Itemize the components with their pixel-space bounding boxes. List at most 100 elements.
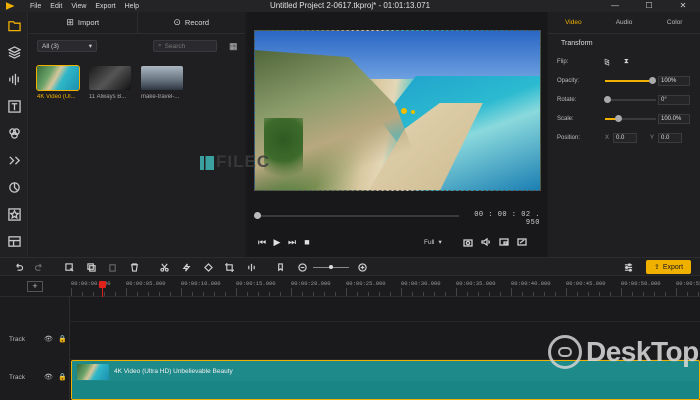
rotate-value[interactable]: 0° (658, 94, 690, 105)
quality-dropdown[interactable]: Full ▾ (424, 236, 454, 248)
maximize-button[interactable]: ☐ (632, 0, 666, 12)
transform-handle[interactable] (411, 110, 415, 114)
menu-help[interactable]: Help (125, 3, 139, 10)
transform-handle[interactable] (401, 108, 407, 114)
redo-icon[interactable] (33, 261, 45, 273)
menu-file[interactable]: File (30, 3, 41, 10)
media-tabs: ⊞ Import ⊙ Record (29, 12, 245, 34)
ruler-tick-mark (500, 292, 501, 296)
opacity-value[interactable]: 100% (658, 75, 690, 86)
crop-select-icon[interactable] (63, 261, 75, 273)
menu-export[interactable]: Export (95, 3, 115, 10)
opacity-slider[interactable] (605, 76, 656, 84)
keyframe-icon[interactable] (202, 261, 214, 273)
next-frame-icon[interactable]: ⏭ (287, 236, 297, 248)
menu-edit[interactable]: Edit (50, 3, 62, 10)
add-track-button[interactable]: + (27, 281, 43, 292)
playhead-handle[interactable] (99, 281, 106, 288)
preview-scrubber[interactable] (254, 212, 459, 220)
ruler-tick-label: 00:00:45.000 (566, 280, 606, 287)
audio-icon[interactable] (0, 66, 28, 93)
ruler-tick-mark (632, 292, 633, 296)
video-canvas[interactable] (254, 30, 541, 191)
close-button[interactable]: ✕ (666, 0, 700, 12)
ruler-tick-mark (225, 292, 226, 296)
scale-row: Scale: 100.0% (548, 109, 700, 128)
ruler-tick-mark (643, 292, 644, 296)
snapshot-icon[interactable] (461, 235, 474, 248)
tab-audio[interactable]: Audio (599, 12, 650, 33)
settings-sliders-icon[interactable] (622, 261, 634, 273)
ruler-tick-mark (368, 292, 369, 296)
split-icon[interactable] (245, 261, 257, 273)
transitions-icon[interactable] (0, 147, 28, 174)
media-thumbnail (36, 65, 80, 91)
text-icon[interactable] (0, 93, 28, 120)
copy-icon[interactable] (85, 261, 97, 273)
export-button[interactable]: ⇪ Export (646, 260, 691, 274)
position-y-input[interactable]: 0.0 (658, 132, 683, 143)
media-item[interactable]: 4K Video (Ul... (36, 65, 80, 100)
templates-icon[interactable] (0, 228, 28, 255)
ruler-tick-mark (555, 292, 556, 296)
undo-icon[interactable] (12, 261, 24, 273)
speed-icon[interactable] (180, 261, 192, 273)
ruler-tick-mark (291, 288, 292, 296)
paste-icon[interactable] (106, 261, 118, 273)
media-list: 4K Video (Ul... 11 Always B... make-trav… (29, 58, 245, 100)
play-icon[interactable]: ▶ (272, 236, 282, 248)
eye-icon[interactable]: 👁 (44, 335, 53, 343)
ruler-tick-mark (379, 292, 380, 296)
track-lane[interactable] (70, 297, 700, 322)
rotate-slider[interactable] (604, 95, 656, 103)
zoom-out-icon[interactable] (296, 261, 308, 273)
fullscreen-icon[interactable] (515, 235, 528, 248)
zoom-slider[interactable] (313, 265, 349, 269)
media-item[interactable]: 11 Always B... (89, 66, 131, 100)
track-header-empty (0, 297, 70, 322)
eye-icon[interactable]: 👁 (44, 373, 53, 381)
ruler-tick-mark (93, 292, 94, 296)
flip-horizontal-icon[interactable]: ⧎ (604, 58, 610, 66)
minimize-button[interactable]: — (598, 0, 632, 12)
cut-icon[interactable] (158, 261, 170, 273)
opacity-label: Opacity: (557, 77, 580, 84)
media-item[interactable]: make-travel-... (141, 66, 183, 100)
marker-icon[interactable] (274, 261, 286, 273)
position-x-input[interactable]: 0.0 (613, 132, 638, 143)
app-window: File Edit View Export Help Untitled Proj… (0, 0, 700, 400)
effects-icon[interactable] (0, 120, 28, 147)
flip-vertical-icon[interactable]: ⧗ (624, 58, 629, 66)
ruler-tick-mark (434, 292, 435, 296)
scale-slider[interactable] (605, 114, 656, 122)
tab-video[interactable]: Video (548, 12, 599, 33)
stickers-icon[interactable] (0, 201, 28, 228)
zoom-in-icon[interactable] (356, 261, 368, 273)
crop-icon[interactable] (223, 261, 235, 273)
media-icon[interactable] (0, 12, 28, 39)
menu-view[interactable]: View (71, 3, 86, 10)
prev-frame-icon[interactable]: ⏮ (257, 236, 267, 248)
scale-value[interactable]: 100.0% (658, 113, 690, 124)
layers-icon[interactable] (0, 39, 28, 66)
pip-icon[interactable] (497, 235, 510, 248)
ruler-tick-mark (159, 292, 160, 296)
title-bar: File Edit View Export Help Untitled Proj… (0, 0, 700, 12)
volume-icon[interactable] (479, 235, 492, 248)
clip-label: 4K Video (Ultra HD) Unbelievable Beauty (114, 368, 233, 375)
search-input[interactable]: ⌕ Search (153, 40, 217, 52)
lock-icon[interactable]: 🔒 (58, 335, 67, 343)
tab-color[interactable]: Color (649, 12, 700, 33)
media-caption: 4K Video (Ul... (37, 94, 76, 100)
filters-icon[interactable] (0, 174, 28, 201)
scrubber-knob[interactable] (254, 212, 261, 219)
record-button[interactable]: ⊙ Record (136, 12, 246, 33)
grid-view-icon[interactable]: ▦ (229, 41, 238, 52)
filter-dropdown[interactable]: All (3) ▾ (37, 40, 97, 52)
stop-icon[interactable]: ■ (302, 236, 312, 248)
lock-icon[interactable]: 🔒 (58, 373, 67, 381)
zoom-slider-knob[interactable] (329, 265, 333, 269)
delete-icon[interactable] (128, 261, 140, 273)
filecr-watermark: FILEC (200, 152, 270, 172)
import-button[interactable]: ⊞ Import (29, 12, 137, 33)
